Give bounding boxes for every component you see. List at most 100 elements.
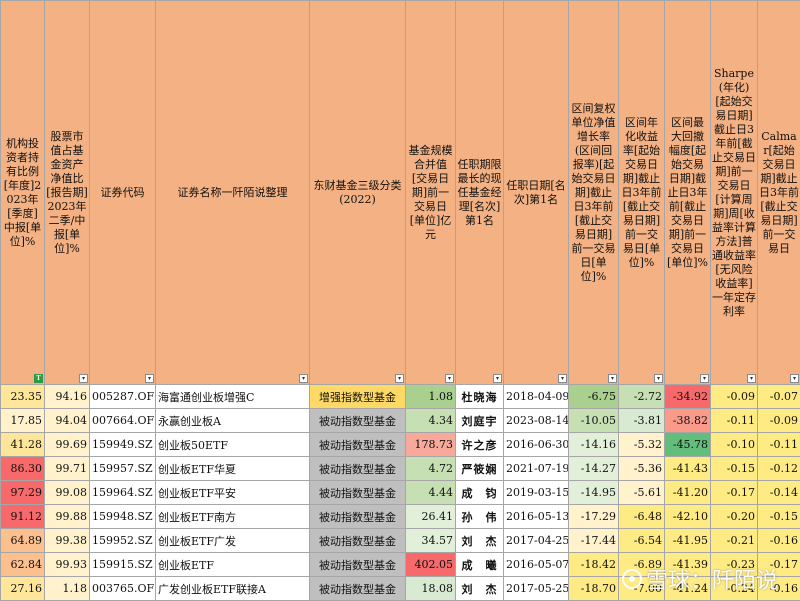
cell-period-return[interactable]: -18.42	[568, 552, 619, 577]
header-tenure-date[interactable]: 任职日期[名次]第1名 ▾	[503, 0, 569, 385]
cell-security-name[interactable]: 创业板ETF华夏	[155, 456, 310, 481]
cell-fund-size[interactable]: 178.73	[405, 432, 456, 457]
cell-stock-ratio[interactable]: 99.08	[44, 480, 90, 505]
cell-stock-ratio[interactable]: 99.38	[44, 528, 90, 553]
cell-institutional-ratio[interactable]: 41.28	[0, 432, 45, 457]
table-row[interactable]: 41.28 99.69 159949.SZ 创业板50ETF 被动指数型基金 178.73…	[0, 432, 800, 457]
cell-sharpe[interactable]: -0.11	[710, 408, 758, 433]
cell-period-return[interactable]: -14.16	[568, 432, 619, 457]
cell-security-code[interactable]: 003765.OF	[89, 576, 156, 601]
header-annualized-return[interactable]: 区间年化收益率[起始交易日期]截止日3年前[截止交易日期]前一交易日[单位]% ▾	[618, 0, 665, 385]
cell-tenure-date[interactable]: 2016-06-30	[503, 432, 569, 457]
cell-tenure-date[interactable]: 2017-04-25	[503, 528, 569, 553]
cell-calmar[interactable]: -0.07	[757, 384, 800, 409]
filter-dropdown-icon[interactable]: ▾	[299, 374, 308, 383]
cell-calmar[interactable]: -0.16	[757, 528, 800, 553]
cell-institutional-ratio[interactable]: 27.16	[0, 576, 45, 601]
header-stock-ratio[interactable]: 股票市值占基金资产净值比[报告期]2023年二季/中报[单位]% ▾	[44, 0, 90, 385]
cell-security-name[interactable]: 海富通创业板增强C	[155, 384, 310, 409]
cell-security-name[interactable]: 创业板ETF平安	[155, 480, 310, 505]
header-sharpe[interactable]: Sharpe(年化)[起始交易日期]截止日3年前[截止交易日期]前一交易日[计算…	[710, 0, 758, 385]
cell-max-drawdown[interactable]: -45.78	[664, 432, 711, 457]
cell-fund-category[interactable]: 被动指数型基金	[309, 552, 406, 577]
cell-manager[interactable]: 刘庭宇	[455, 408, 504, 433]
cell-fund-category[interactable]: 被动指数型基金	[309, 408, 406, 433]
cell-security-name[interactable]: 广发创业板ETF联接A	[155, 576, 310, 601]
cell-annualized-return[interactable]: -2.72	[618, 384, 665, 409]
cell-manager[interactable]: 许之彦	[455, 432, 504, 457]
cell-institutional-ratio[interactable]: 91.12	[0, 504, 45, 529]
cell-period-return[interactable]: -17.44	[568, 528, 619, 553]
cell-fund-size[interactable]: 4.34	[405, 408, 456, 433]
cell-security-name[interactable]: 创业板50ETF	[155, 432, 310, 457]
cell-stock-ratio[interactable]: 99.69	[44, 432, 90, 457]
cell-annualized-return[interactable]: -5.32	[618, 432, 665, 457]
cell-annualized-return[interactable]: -5.36	[618, 456, 665, 481]
header-period-return[interactable]: 区间复权单位净值增长率(区间回报率)[起始交易日期]截止日3年前[截止交易日期]…	[568, 0, 619, 385]
cell-annualized-return[interactable]: -6.48	[618, 504, 665, 529]
cell-period-return[interactable]: -10.05	[568, 408, 619, 433]
cell-fund-size[interactable]: 4.44	[405, 480, 456, 505]
cell-max-drawdown[interactable]: -41.95	[664, 528, 711, 553]
header-manager[interactable]: 任职期限最长的现任基金经理[名次]第1名 ▾	[455, 0, 504, 385]
filter-dropdown-icon[interactable]: ▾	[608, 374, 617, 383]
cell-fund-category[interactable]: 被动指数型基金	[309, 480, 406, 505]
filter-dropdown-icon[interactable]: ▾	[145, 374, 154, 383]
cell-fund-category[interactable]: 被动指数型基金	[309, 528, 406, 553]
cell-calmar[interactable]: -0.12	[757, 456, 800, 481]
cell-max-drawdown[interactable]: -34.92	[664, 384, 711, 409]
cell-security-name[interactable]: 永赢创业板A	[155, 408, 310, 433]
cell-fund-category[interactable]: 被动指数型基金	[309, 432, 406, 457]
cell-fund-size[interactable]: 4.72	[405, 456, 456, 481]
cell-security-code[interactable]: 159964.SZ	[89, 480, 156, 505]
cell-fund-category[interactable]: 增强指数型基金	[309, 384, 406, 409]
cell-sharpe[interactable]: -0.15	[710, 456, 758, 481]
cell-institutional-ratio[interactable]: 23.35	[0, 384, 45, 409]
cell-security-code[interactable]: 159957.SZ	[89, 456, 156, 481]
filter-dropdown-icon[interactable]: ▾	[700, 374, 709, 383]
cell-annualized-return[interactable]: -3.81	[618, 408, 665, 433]
cell-tenure-date[interactable]: 2017-05-25	[503, 576, 569, 601]
cell-stock-ratio[interactable]: 99.88	[44, 504, 90, 529]
cell-security-code[interactable]: 159952.SZ	[89, 528, 156, 553]
cell-manager[interactable]: 孙 伟	[455, 504, 504, 529]
cell-calmar[interactable]: -0.14	[757, 480, 800, 505]
cell-fund-size[interactable]: 34.57	[405, 528, 456, 553]
cell-period-return[interactable]: -17.29	[568, 504, 619, 529]
cell-fund-size[interactable]: 1.08	[405, 384, 456, 409]
header-fund-category[interactable]: 东财基金三级分类(2022) ▾	[309, 0, 406, 385]
table-row[interactable]: 23.35 94.16 005287.OF 海富通创业板增强C 增强指数型基金 1.08 杜…	[0, 384, 800, 409]
cell-institutional-ratio[interactable]: 17.85	[0, 408, 45, 433]
cell-tenure-date[interactable]: 2021-07-19	[503, 456, 569, 481]
filter-dropdown-icon[interactable]: ▾	[654, 374, 663, 383]
cell-annualized-return[interactable]: -5.61	[618, 480, 665, 505]
cell-max-drawdown[interactable]: -38.82	[664, 408, 711, 433]
header-max-drawdown[interactable]: 区间最大回撤幅度[起始交易日期]截止日3年前[截止交易日期]前一交易日[单位]%…	[664, 0, 711, 385]
cell-stock-ratio[interactable]: 99.93	[44, 552, 90, 577]
cell-period-return[interactable]: -14.27	[568, 456, 619, 481]
cell-sharpe[interactable]: -0.17	[710, 480, 758, 505]
cell-sharpe[interactable]: -0.10	[710, 432, 758, 457]
cell-tenure-date[interactable]: 2018-04-09	[503, 384, 569, 409]
cell-sharpe[interactable]: -0.20	[710, 504, 758, 529]
cell-max-drawdown[interactable]: -42.10	[664, 504, 711, 529]
cell-stock-ratio[interactable]: 94.04	[44, 408, 90, 433]
cell-security-name[interactable]: 创业板ETF广发	[155, 528, 310, 553]
cell-security-code[interactable]: 007664.OF	[89, 408, 156, 433]
cell-institutional-ratio[interactable]: 86.30	[0, 456, 45, 481]
cell-security-name[interactable]: 创业板ETF南方	[155, 504, 310, 529]
cell-fund-category[interactable]: 被动指数型基金	[309, 504, 406, 529]
cell-stock-ratio[interactable]: 99.71	[44, 456, 90, 481]
cell-stock-ratio[interactable]: 94.16	[44, 384, 90, 409]
cell-fund-category[interactable]: 被动指数型基金	[309, 456, 406, 481]
cell-fund-category[interactable]: 被动指数型基金	[309, 576, 406, 601]
cell-calmar[interactable]: -0.15	[757, 504, 800, 529]
cell-calmar[interactable]: -0.11	[757, 432, 800, 457]
table-row[interactable]: 17.85 94.04 007664.OF 永赢创业板A 被动指数型基金 4.34 刘庭宇 2…	[0, 408, 800, 433]
cell-institutional-ratio[interactable]: 97.29	[0, 480, 45, 505]
filter-dropdown-icon[interactable]: ▾	[493, 374, 502, 383]
cell-manager[interactable]: 刘 杰	[455, 576, 504, 601]
table-row[interactable]: 97.29 99.08 159964.SZ 创业板ETF平安 被动指数型基金 4.44 成 …	[0, 480, 800, 505]
cell-max-drawdown[interactable]: -41.20	[664, 480, 711, 505]
cell-tenure-date[interactable]: 2023-08-14	[503, 408, 569, 433]
